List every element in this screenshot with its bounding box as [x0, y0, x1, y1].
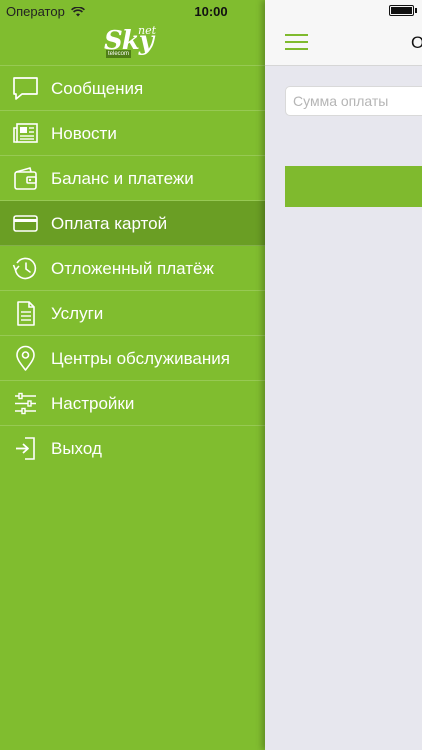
sidebar-item-settings[interactable]: Настройки [0, 381, 265, 426]
page-title: О [411, 33, 422, 52]
navbar: О [265, 0, 422, 66]
battery-icon [389, 5, 414, 16]
sidebar-item-label: Сообщения [51, 79, 144, 98]
logout-icon [16, 437, 35, 460]
carrier-label: Оператор [6, 4, 65, 19]
sidebar-item-messages[interactable]: Сообщения [0, 66, 265, 111]
sidebar-item-services[interactable]: Услуги [0, 291, 265, 336]
map-pin-icon [16, 345, 35, 371]
wifi-icon [70, 6, 85, 16]
sidebar-item-card-payment[interactable]: Оплата картой [0, 201, 265, 246]
sidebar-item-news[interactable]: Новости [0, 111, 265, 156]
sidebar-item-label: Услуги [51, 304, 104, 323]
sliders-icon [15, 392, 36, 415]
sidebar-item-label: Выход [51, 439, 102, 458]
chat-icon [13, 77, 38, 100]
sidebar-item-label: Центры обслуживания [51, 349, 230, 368]
sidebar-item-balance[interactable]: Баланс и платежи [0, 156, 265, 201]
sidebar-item-label: Настройки [51, 394, 135, 413]
sidebar-item-deferred-payment[interactable]: Отложенный платёж [0, 246, 265, 291]
sidebar: Оператор 10:00 Sky net telecom Сообщения [0, 0, 265, 750]
status-bar-carrier: Оператор [6, 4, 85, 19]
sidebar-item-service-centers[interactable]: Центры обслуживания [0, 336, 265, 381]
sidebar-item-label: Оплата картой [51, 214, 168, 233]
sidebar-menu: Сообщения Новости Баланс и платежи Оплат… [0, 65, 265, 471]
sidebar-item-label: Новости [51, 124, 117, 143]
status-bar-time: 10:00 [194, 4, 228, 19]
skynet-logo: Sky net telecom [104, 24, 164, 60]
credit-card-icon [13, 215, 38, 232]
sidebar-item-logout[interactable]: Выход [0, 426, 265, 471]
payment-amount-input[interactable] [285, 86, 422, 116]
logo-net-text: net [138, 24, 157, 37]
menu-toggle-button[interactable] [285, 34, 308, 50]
logo-telecom-text: telecom [106, 50, 132, 58]
pay-button[interactable] [285, 166, 422, 207]
history-clock-icon [12, 257, 37, 280]
battery-tip [415, 8, 417, 13]
sidebar-item-label: Баланс и платежи [51, 169, 194, 188]
newspaper-icon [13, 123, 38, 143]
wallet-icon [14, 167, 37, 190]
sidebar-item-label: Отложенный платёж [51, 259, 214, 278]
document-icon [17, 301, 35, 326]
main-panel: О [265, 0, 422, 750]
